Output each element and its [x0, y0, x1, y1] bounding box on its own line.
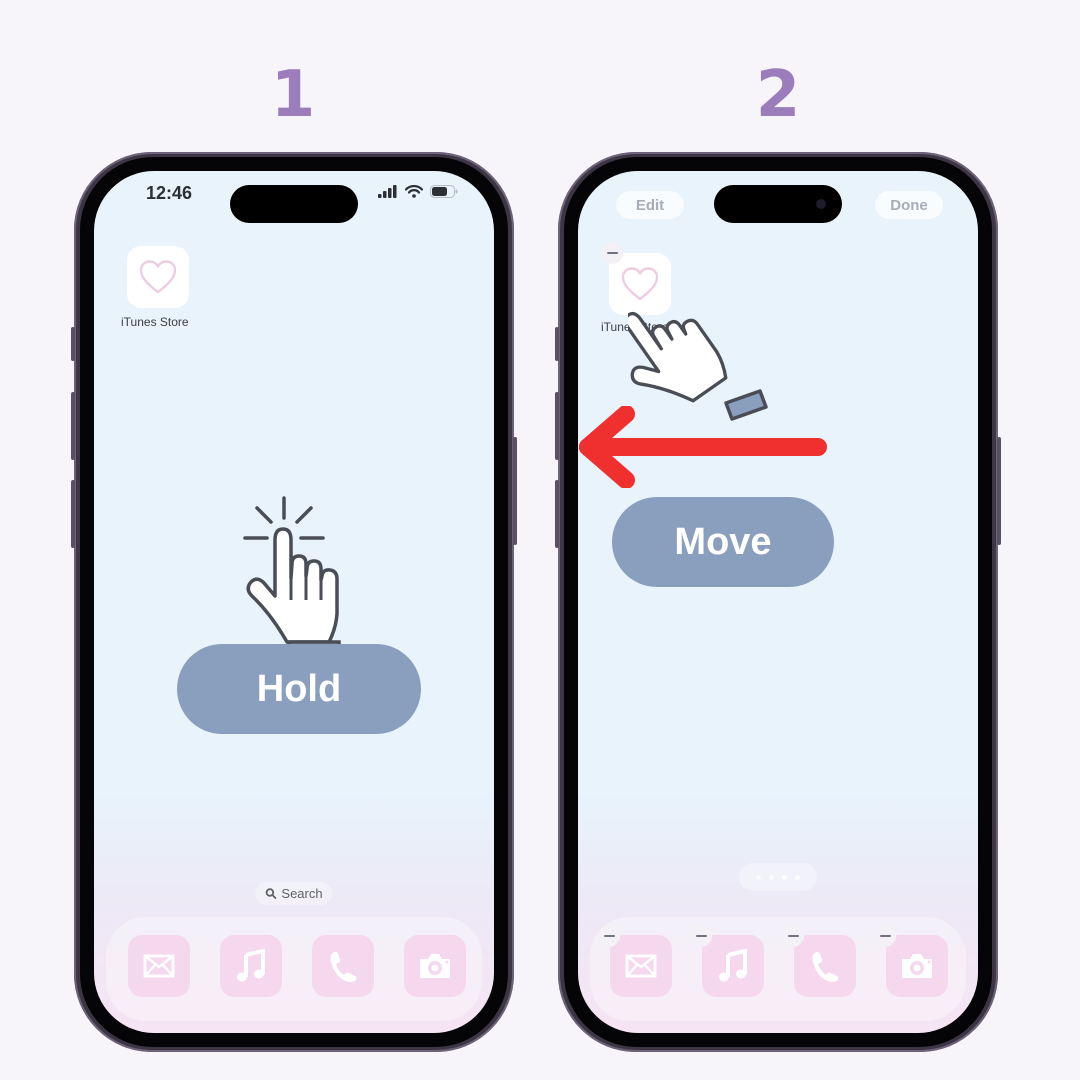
status-time: 12:46	[146, 183, 193, 203]
search-label: Search	[281, 886, 323, 901]
volume-up-button	[71, 392, 75, 460]
left-arrow-icon	[579, 406, 827, 488]
step-number-2: 2	[755, 58, 801, 132]
dock	[106, 917, 482, 1021]
phone-step-2: Edit Done iTunes Store Move	[555, 152, 1001, 1052]
move-action-label: Move	[612, 497, 834, 587]
remove-mail-button[interactable]	[598, 925, 620, 947]
status-icons	[378, 185, 458, 198]
front-camera	[816, 199, 826, 209]
page-dot	[756, 874, 761, 880]
hold-action-label: Hold	[177, 644, 421, 734]
dock-music-app[interactable]	[220, 935, 282, 997]
page-dot-active	[782, 874, 787, 880]
music-note-icon	[719, 949, 747, 982]
dock-phone-app[interactable]	[312, 935, 374, 997]
volume-up-button	[555, 392, 559, 460]
drag-hand-icon	[628, 311, 768, 421]
heart-icon	[139, 260, 177, 294]
power-button	[997, 437, 1001, 545]
done-button[interactable]: Done	[875, 191, 943, 219]
page-dot	[795, 874, 800, 880]
wifi-icon	[405, 185, 423, 198]
phone-icon	[330, 951, 357, 982]
app-label: iTunes Store	[121, 315, 189, 329]
search-icon	[265, 888, 277, 899]
remove-music-button[interactable]	[690, 925, 712, 947]
signal-icon	[378, 185, 397, 198]
step-number-1: 1	[270, 58, 316, 132]
remove-camera-button[interactable]	[874, 925, 896, 947]
dock-camera-app[interactable]	[886, 935, 948, 997]
page-dot	[769, 874, 774, 880]
remove-app-button[interactable]	[601, 242, 623, 264]
dock-mail-app[interactable]	[610, 935, 672, 997]
home-screen-edit-mode: Edit Done iTunes Store Move	[578, 171, 978, 1033]
camera-icon	[420, 954, 450, 978]
dock-mail-app[interactable]	[128, 935, 190, 997]
page-indicator[interactable]	[739, 863, 817, 891]
dock-camera-app[interactable]	[404, 935, 466, 997]
action-button	[555, 327, 559, 361]
battery-icon	[430, 185, 458, 198]
dynamic-island	[230, 185, 358, 223]
remove-phone-button[interactable]	[782, 925, 804, 947]
phone-step-1: 12:46 iTunes Store Hold Search	[71, 152, 517, 1052]
mail-icon	[143, 954, 175, 978]
search-button[interactable]: Search	[255, 882, 333, 905]
bezel: Edit Done iTunes Store Move	[564, 157, 992, 1047]
phone-icon	[812, 951, 839, 982]
volume-down-button	[71, 480, 75, 548]
music-note-icon	[237, 949, 265, 982]
action-button	[71, 327, 75, 361]
power-button	[513, 437, 517, 545]
home-screen: 12:46 iTunes Store Hold Search	[94, 171, 494, 1033]
volume-down-button	[555, 480, 559, 548]
mail-icon	[625, 954, 657, 978]
itunes-store-app[interactable]	[127, 246, 189, 308]
dock	[590, 917, 966, 1021]
bezel: 12:46 iTunes Store Hold Search	[80, 157, 508, 1047]
tap-hand-icon	[243, 496, 341, 661]
dock-music-app[interactable]	[702, 935, 764, 997]
camera-icon	[902, 954, 932, 978]
edit-button[interactable]: Edit	[616, 191, 684, 219]
dynamic-island	[714, 185, 842, 223]
dock-phone-app[interactable]	[794, 935, 856, 997]
